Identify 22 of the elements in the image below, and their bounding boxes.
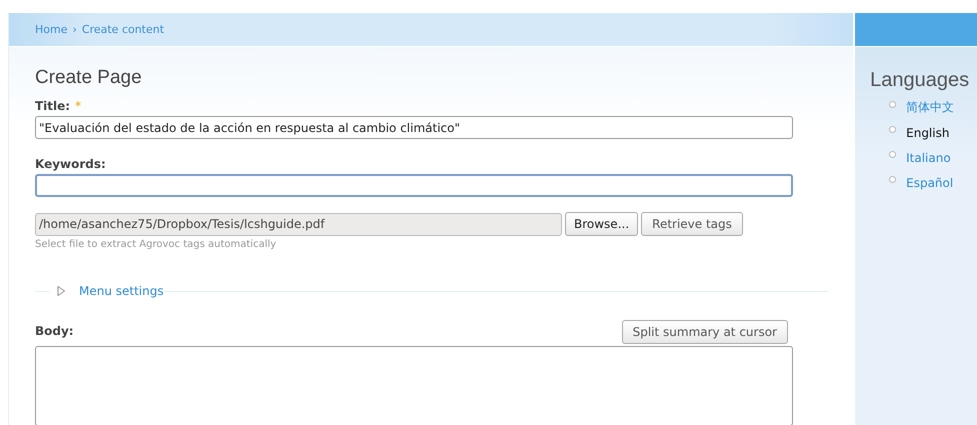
required-mark: * — [75, 99, 82, 113]
breadcrumb-separator: › — [72, 23, 77, 36]
split-summary-button[interactable]: Split summary at cursor — [622, 320, 788, 344]
bullet-icon — [889, 151, 896, 158]
retrieve-tags-button[interactable]: Retrieve tags — [641, 212, 743, 236]
bullet-icon — [889, 126, 896, 133]
keywords-field[interactable] — [35, 174, 793, 197]
title-field[interactable]: "Evaluación del estado de la acción en respuesta al cambio climático" — [35, 116, 793, 139]
bullet-icon — [889, 101, 896, 108]
language-link[interactable]: English — [906, 126, 950, 140]
page-title: Create Page — [35, 67, 143, 89]
field-description: Select file to extract Agrovoc tags automatically — [35, 239, 278, 250]
body-field[interactable] — [35, 346, 793, 425]
expand-triangle-icon[interactable] — [57, 286, 65, 296]
bullet-icon — [889, 176, 896, 183]
field-label: Title: — [35, 99, 70, 113]
file-path-field[interactable]: /home/asanchez75/Dropbox/Tesis/lcshguide.pdf — [35, 212, 562, 236]
field-label: Body: — [35, 324, 74, 338]
field-label: Keywords: — [35, 157, 106, 171]
browse-button[interactable]: Browse... — [565, 212, 638, 236]
menu-settings-link[interactable]: Menu settings — [79, 284, 164, 298]
sidebar-title: Languages — [870, 69, 970, 92]
